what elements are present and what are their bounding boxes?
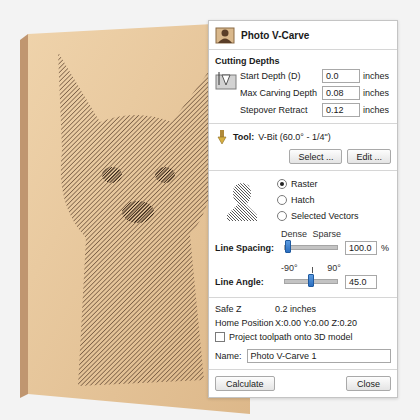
- field-label: Start Depth (D): [240, 71, 319, 81]
- slider-track[interactable]: [284, 245, 338, 250]
- unit-label: inches: [363, 105, 391, 115]
- info-row: Safe Z0.2 inches: [215, 304, 391, 314]
- field-label: Stepover Retract: [240, 105, 319, 115]
- photo-v-carve-icon: [215, 25, 235, 45]
- tool-button[interactable]: Edit ...: [347, 149, 391, 164]
- strategy-radio[interactable]: Raster: [277, 179, 359, 189]
- radio-button[interactable]: [277, 179, 287, 189]
- strategy-options: Raster Hatch Selected Vectors: [277, 179, 359, 221]
- field-label: Max Carving Depth: [240, 88, 319, 98]
- name-field[interactable]: Photo V-Carve 1: [247, 349, 391, 363]
- strategy-radio[interactable]: Selected Vectors: [277, 211, 359, 221]
- slider-value-field[interactable]: 45.0: [345, 275, 377, 289]
- slider-scale: -90°90°: [281, 263, 341, 273]
- slider-thumb[interactable]: [308, 274, 314, 287]
- section-title: Cutting Depths: [215, 56, 391, 66]
- number-field[interactable]: 0.0: [322, 69, 360, 83]
- dialog-button[interactable]: Calculate: [215, 376, 275, 391]
- number-field[interactable]: 0.12: [322, 103, 360, 117]
- radio-button[interactable]: [277, 211, 287, 221]
- slider-row: Line Angle: 45.0: [215, 274, 391, 289]
- photo-v-carve-panel: Photo V-Carve Cutting Depths Start Depth (…: [208, 20, 398, 398]
- depth-row: Start Depth (D)0.0inches: [240, 69, 391, 83]
- checkbox[interactable]: [215, 332, 225, 342]
- tool-name: V-Bit (60.0° - 1/4"): [258, 132, 330, 142]
- dialog-button[interactable]: Close: [346, 376, 391, 391]
- tool-button[interactable]: Select ...: [289, 149, 342, 164]
- center-tick: [312, 267, 313, 273]
- slider-label: Line Angle:: [215, 277, 277, 287]
- panel-header: Photo V-Carve: [209, 21, 397, 50]
- unit-label: inches: [363, 88, 391, 98]
- raster-preview-icon: [225, 179, 259, 221]
- dialog-buttons: Calculate Close: [209, 370, 397, 397]
- slider-block: DenseSparse Line Spacing: 100.0%: [215, 229, 391, 255]
- slider-row: Line Spacing: 100.0%: [215, 240, 391, 255]
- tool-row: Tool: V-Bit (60.0° - 1/4"): [215, 130, 391, 144]
- slider-thumb[interactable]: [285, 240, 291, 253]
- cutting-depths-section: Cutting DepthsStart Depth (D)0.0inchesMa…: [209, 50, 397, 124]
- project-toolpath-checkbox[interactable]: Project toolpath onto 3D model: [215, 332, 391, 342]
- tool-section: Tool: V-Bit (60.0° - 1/4") Select ... Edit …: [209, 124, 397, 171]
- settings-section: Safe Z0.2 inches Home PositionX:0.00 Y:0.…: [209, 298, 397, 370]
- screen: Photo V-Carve Cutting Depths Start Depth (…: [0, 0, 420, 420]
- radio-button[interactable]: [277, 195, 287, 205]
- slider-label: Line Spacing:: [215, 243, 277, 253]
- strategy-radio[interactable]: Hatch: [277, 195, 359, 205]
- depth-row: Max Carving Depth0.08inches: [240, 86, 391, 100]
- cutting-depth-icon: [215, 69, 237, 93]
- info-row: Home PositionX:0.00 Y:0.00 Z:0.20: [215, 318, 391, 328]
- name-row: Name:Photo V-Carve 1: [215, 349, 391, 363]
- slider-scale: DenseSparse: [281, 229, 341, 239]
- depth-row: Stepover Retract0.12inches: [240, 103, 391, 117]
- tool-label: Tool:: [233, 132, 254, 142]
- strategy-section: RasterHatchSelected VectorsDenseSparseLi…: [209, 171, 397, 298]
- tool-icon: [215, 130, 229, 144]
- unit-label: %: [381, 243, 391, 253]
- number-field[interactable]: 0.08: [322, 86, 360, 100]
- panel-title: Photo V-Carve: [241, 30, 309, 41]
- slider-value-field[interactable]: 100.0: [345, 241, 377, 255]
- slider-block: -90°90° Line Angle: 45.0: [215, 263, 391, 289]
- unit-label: inches: [363, 71, 391, 81]
- slider-track[interactable]: [284, 279, 338, 284]
